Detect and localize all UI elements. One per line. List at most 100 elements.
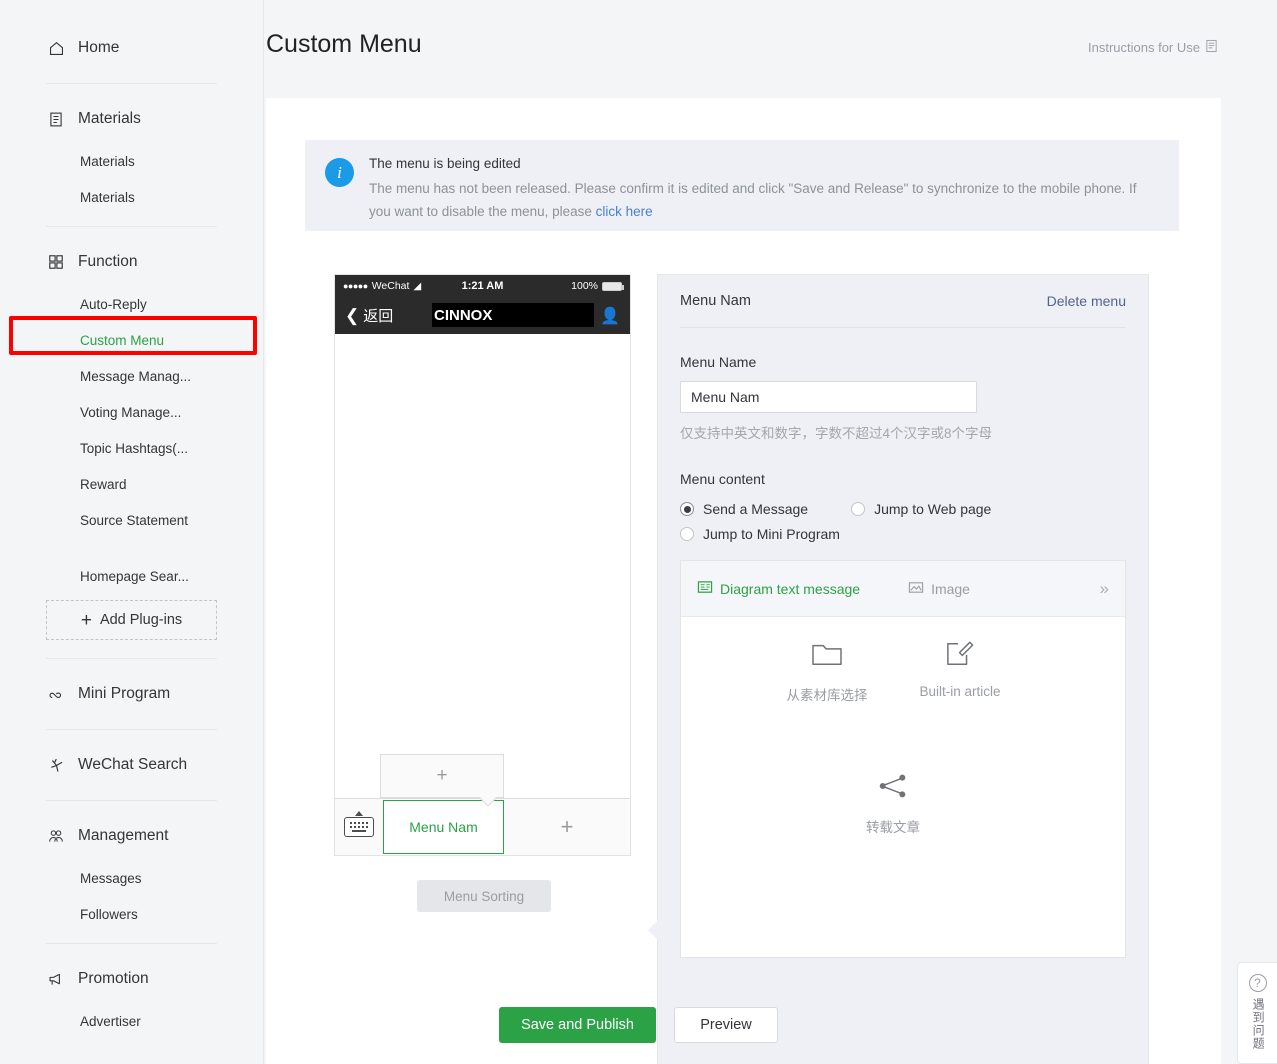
sidebar-item-materials[interactable]: Materials — [0, 95, 263, 143]
sidebar-item-topic-hashtags[interactable]: Topic Hashtags(... — [0, 430, 263, 466]
sidebar-item-messages[interactable]: Messages — [0, 860, 263, 896]
phone-menu-tabbar: Menu Nam + — [335, 798, 630, 855]
picker-reprint-article[interactable]: 转载文章 — [833, 772, 953, 836]
editor-pointer-arrow — [648, 920, 658, 940]
back-button[interactable]: ❮ 返回 — [345, 305, 393, 326]
sidebar-divider — [46, 943, 217, 944]
instructions-for-use-link[interactable]: Instructions for Use — [1088, 39, 1218, 56]
tab-label: Image — [931, 581, 970, 597]
tab-diagram-text-message[interactable]: Diagram text message — [697, 580, 860, 598]
sidebar-item-function[interactable]: Function — [0, 238, 263, 286]
sidebar-item-materials-1[interactable]: Materials — [0, 143, 263, 179]
sidebar-item-custom-menu[interactable]: Custom Menu — [0, 322, 263, 358]
phone-menu-item-button[interactable]: Menu Nam — [383, 800, 504, 854]
mini-program-icon — [46, 684, 66, 704]
sidebar-label: Promotion — [78, 970, 149, 988]
sidebar-sublabel: Voting Manage... — [80, 405, 181, 420]
sidebar-item-message-management[interactable]: Message Manag... — [0, 358, 263, 394]
sidebar-sublabel: Custom Menu — [80, 333, 164, 348]
sidebar-sublabel: Source Statement — [80, 513, 188, 528]
menu-name-input[interactable] — [680, 381, 977, 413]
add-plugins-button[interactable]: + Add Plug-ins — [46, 600, 217, 640]
menu-content-group: Menu content Send a Message Jump to Web … — [680, 471, 1126, 542]
save-and-publish-button[interactable]: Save and Publish — [499, 1007, 656, 1043]
people-icon — [46, 826, 66, 846]
sidebar-label: WeChat Search — [78, 756, 187, 774]
chevron-double-right-icon[interactable]: » — [1100, 579, 1109, 599]
tab-label: Diagram text message — [720, 581, 860, 597]
menu-sorting-button[interactable]: Menu Sorting — [417, 880, 551, 912]
menu-name-label: Menu Name — [680, 354, 1126, 370]
signal-dots-icon: ●●●●● — [343, 281, 368, 291]
sidebar-item-promotion[interactable]: Promotion — [0, 955, 263, 1003]
sidebar-label: Home — [78, 39, 119, 57]
radio-indicator — [680, 527, 694, 541]
help-widget[interactable]: ? 遇到问题 — [1237, 962, 1277, 1064]
phone-statusbar: ●●●●● WeChat ◢ 1:21 AM 100% — [335, 275, 630, 297]
info-icon: i — [325, 158, 354, 187]
sidebar-item-source-statement[interactable]: Source Statement — [0, 502, 263, 538]
sidebar-item-wechat-search[interactable]: WeChat Search — [0, 741, 263, 789]
sidebar-item-auto-reply[interactable]: Auto-Reply — [0, 286, 263, 322]
folder-icon — [811, 640, 843, 671]
share-icon — [878, 772, 908, 803]
sidebar-sublabel: Messages — [80, 871, 142, 886]
page-root: Home Materials Materials Materials — [0, 0, 1277, 1064]
person-icon[interactable]: 👤 — [600, 306, 620, 326]
instructions-label: Instructions for Use — [1088, 40, 1200, 55]
carrier-label: WeChat — [372, 280, 410, 292]
radio-jump-to-mini-program[interactable]: Jump to Mini Program — [680, 526, 840, 542]
menu-name-field-group: Menu Name 仅支持中英文和数字，字数不超过4个汉字或8个字母 — [680, 354, 1126, 442]
picker-from-material-library[interactable]: 从素材库选择 — [767, 640, 887, 704]
sidebar-item-home[interactable]: Home — [0, 24, 263, 72]
preview-button[interactable]: Preview — [674, 1007, 778, 1043]
radio-label: Jump to Web page — [874, 501, 991, 517]
grid-icon — [46, 252, 66, 272]
radio-send-a-message[interactable]: Send a Message — [680, 501, 808, 517]
sidebar-item-mini-program[interactable]: Mini Program — [0, 670, 263, 718]
sidebar-item-reward[interactable]: Reward — [0, 466, 263, 502]
radio-label: Send a Message — [703, 501, 808, 517]
sidebar-label: Materials — [78, 110, 141, 128]
tab-image[interactable]: Image — [908, 580, 970, 598]
sidebar-sublabel: Reward — [80, 477, 127, 492]
sidebar-item-management[interactable]: Management — [0, 812, 263, 860]
submenu-add-bubble[interactable]: + — [380, 754, 504, 798]
sidebar-label: Management — [78, 827, 168, 845]
picker-label: 从素材库选择 — [787, 684, 868, 704]
phone-chat-area: + — [335, 334, 630, 798]
chevron-left-icon: ❮ — [345, 306, 359, 326]
add-menu-label: + — [561, 814, 574, 840]
sidebar-sublabel: Homepage Sear... — [80, 569, 189, 584]
content-type-radio-row-2: Jump to Mini Program — [680, 526, 1126, 542]
sidebar-item-followers[interactable]: Followers — [0, 896, 263, 932]
click-here-link[interactable]: click here — [596, 204, 653, 219]
picker-built-in-article[interactable]: Built-in article — [900, 640, 1020, 699]
sidebar-label: Function — [78, 253, 137, 271]
sidebar-item-homepage-search[interactable]: Homepage Sear... — [0, 558, 263, 594]
edit-square-icon — [945, 640, 975, 671]
keyboard-icon[interactable] — [335, 799, 383, 855]
menu-name-hint: 仅支持中英文和数字，字数不超过4个汉字或8个字母 — [680, 422, 1126, 442]
delete-menu-link[interactable]: Delete menu — [1047, 293, 1126, 309]
footer-actions: Save and Publish Preview — [0, 1007, 1277, 1043]
banner-title: The menu is being edited — [369, 156, 1159, 171]
add-menu-button[interactable]: + — [504, 799, 630, 855]
editor-menu-name: Menu Nam — [680, 293, 751, 309]
sidebar-item-materials-2[interactable]: Materials — [0, 179, 263, 215]
radio-indicator — [851, 502, 865, 516]
sidebar-item-voting-management[interactable]: Voting Manage... — [0, 394, 263, 430]
account-title: CINNOX — [432, 303, 594, 327]
sidebar-sublabel: Topic Hashtags(... — [80, 441, 188, 456]
radio-label: Jump to Mini Program — [703, 526, 840, 542]
message-content-box: Diagram text message Image » — [680, 560, 1126, 958]
sidebar-divider — [46, 800, 217, 801]
add-plugins-label: Add Plug-ins — [100, 612, 182, 628]
sidebar: Home Materials Materials Materials — [0, 0, 264, 1064]
picker-label: 转载文章 — [866, 816, 920, 836]
radio-indicator — [680, 502, 694, 516]
megaphone-icon — [46, 969, 66, 989]
question-mark-icon: ? — [1249, 974, 1267, 992]
sidebar-sublabel: Materials — [80, 190, 135, 205]
radio-jump-to-web-page[interactable]: Jump to Web page — [851, 501, 991, 517]
